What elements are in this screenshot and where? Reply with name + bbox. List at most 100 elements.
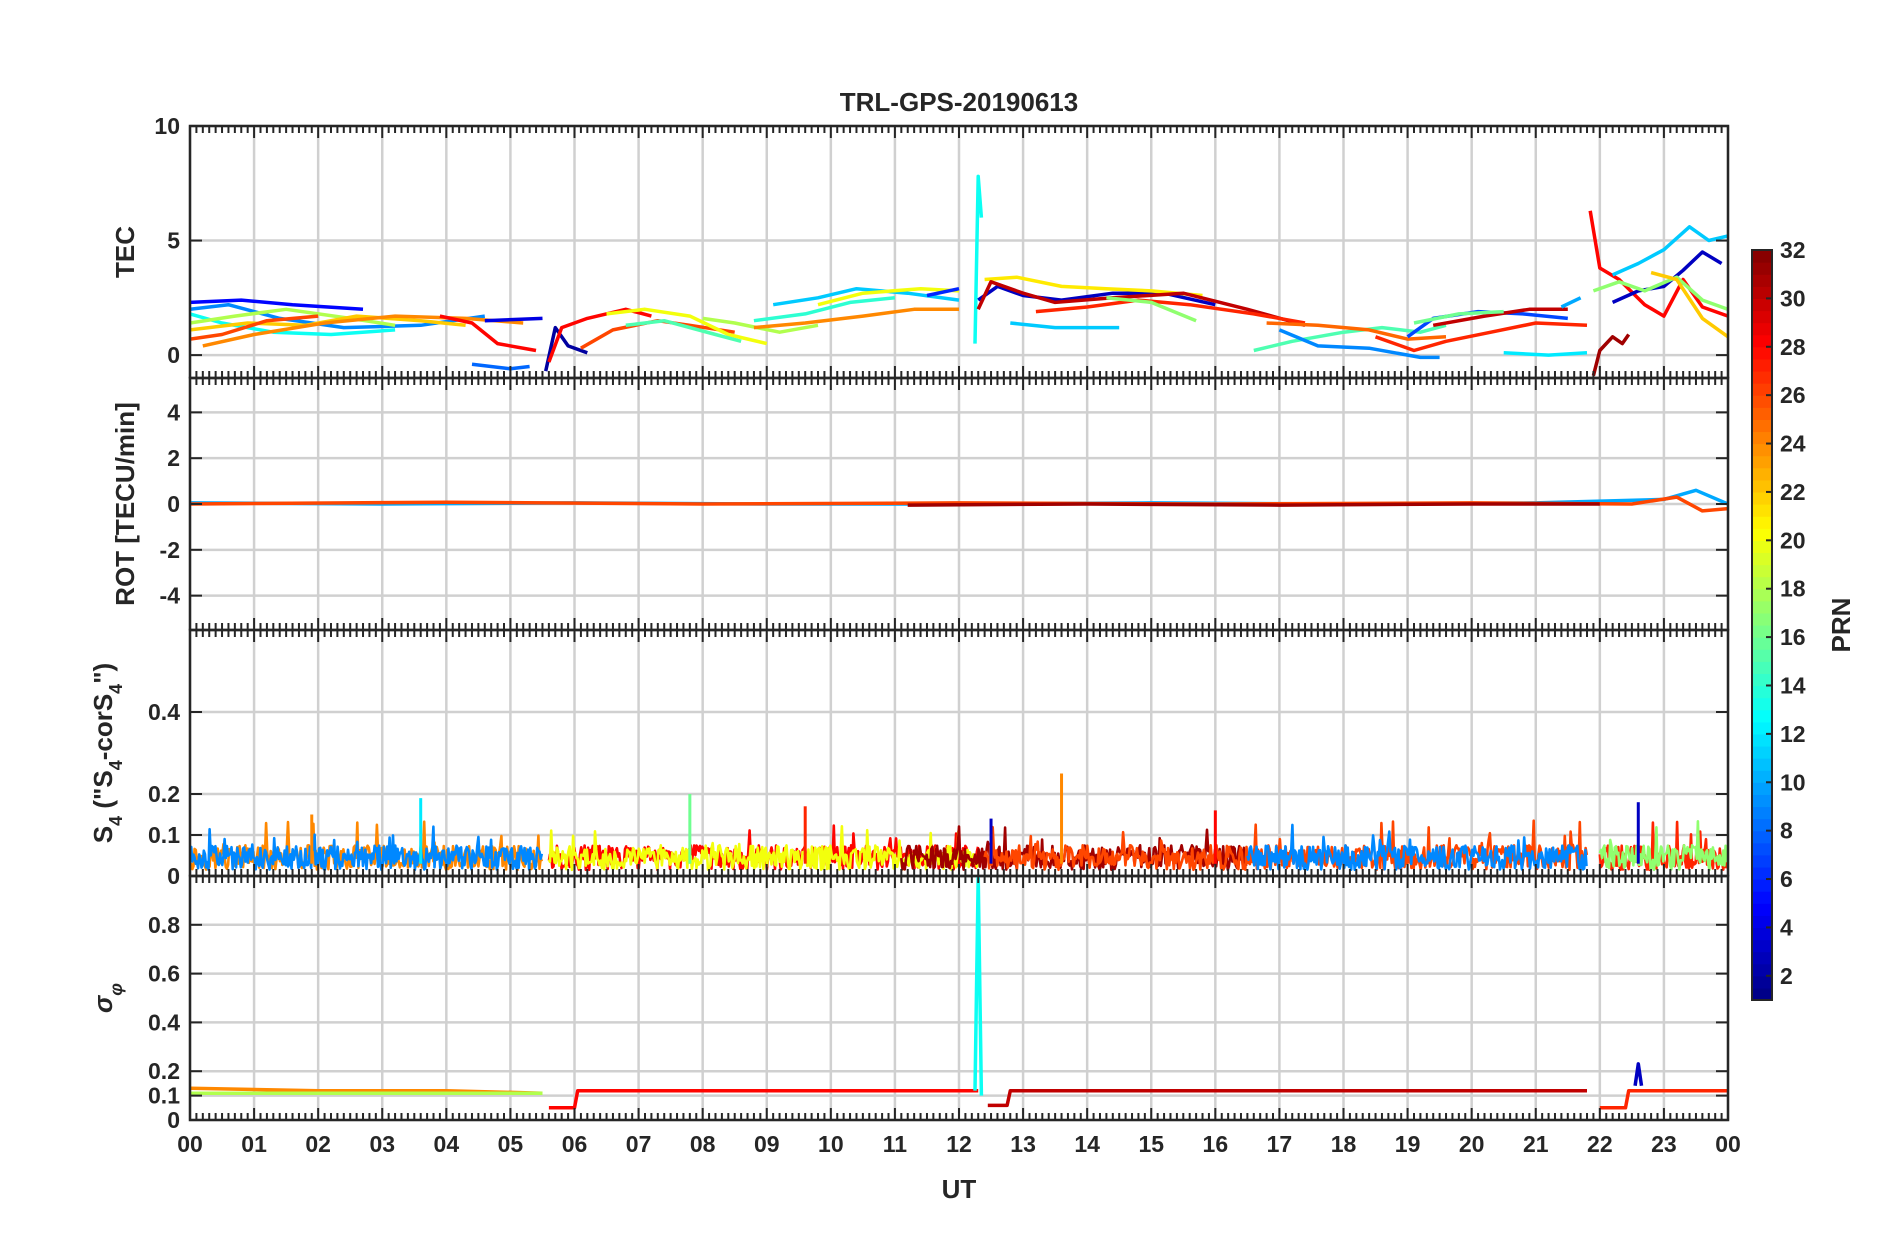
series-prn-8 xyxy=(471,362,530,371)
label-part: σ xyxy=(88,994,118,1013)
colorbar-band xyxy=(1752,806,1772,820)
series-prn-17 xyxy=(1592,275,1728,311)
colorbar-band xyxy=(1752,673,1772,687)
colorbar-band xyxy=(1752,842,1772,856)
panels: 0510TEC-4-2024ROT [TECU/min]00.10.20.4S4… xyxy=(88,113,1741,1157)
y-tick-label: 0.2 xyxy=(148,1058,180,1084)
colorbar-band xyxy=(1752,286,1772,299)
colorbar-tick-label: 18 xyxy=(1780,576,1806,602)
colorbar-band xyxy=(1752,600,1772,614)
series-prn-13 xyxy=(973,876,984,1096)
colorbar-band xyxy=(1752,491,1772,505)
y-tick-label: 0.2 xyxy=(148,781,180,807)
colorbar-band xyxy=(1752,685,1772,699)
series-prn-4 xyxy=(484,316,543,323)
colorbar-tick-label: 4 xyxy=(1780,914,1793,940)
colorbar-band xyxy=(1752,552,1772,566)
colorbar-tick-label: 10 xyxy=(1780,769,1806,795)
colorbar-band xyxy=(1752,358,1772,372)
colorbar-band xyxy=(1752,395,1772,408)
colorbar-tick-label: 22 xyxy=(1780,479,1806,505)
y-axis-label-sigma_phi: σφ xyxy=(88,983,126,1013)
label-part: 4 xyxy=(106,816,126,826)
colorbar-band xyxy=(1752,649,1772,662)
colorbar-band xyxy=(1752,866,1772,880)
colorbar-band xyxy=(1752,528,1772,541)
x-tick-label: 23 xyxy=(1651,1131,1677,1157)
series-prn-14 xyxy=(753,296,896,323)
colorbar-tick-label: 8 xyxy=(1780,818,1793,844)
colorbar-band xyxy=(1752,770,1772,783)
series-prn-24 xyxy=(753,307,959,330)
x-tick-label: 04 xyxy=(434,1131,460,1157)
colorbar-band xyxy=(1752,915,1772,929)
colorbar-band xyxy=(1752,721,1772,735)
y-tick-label: -4 xyxy=(160,583,181,609)
colorbar-tick-label: 26 xyxy=(1780,382,1806,408)
colorbar-band xyxy=(1752,431,1772,445)
colorbar-tick-label: 20 xyxy=(1780,527,1806,553)
colorbar-tick-label: 12 xyxy=(1780,721,1806,747)
colorbar-band xyxy=(1752,794,1772,808)
colorbar-band xyxy=(1752,733,1772,747)
colorbar-band xyxy=(1752,588,1772,602)
x-axis-label: UT xyxy=(942,1174,977,1204)
colorbar-band xyxy=(1752,576,1772,590)
y-tick-label: 2 xyxy=(167,445,180,471)
y-tick-label: 4 xyxy=(167,399,180,425)
series-prn-3 xyxy=(1633,1062,1644,1087)
y-tick-label: 0.4 xyxy=(148,699,180,725)
colorbar-band xyxy=(1752,987,1772,1001)
x-tick-label: 20 xyxy=(1459,1131,1485,1157)
x-tick-label: 19 xyxy=(1395,1131,1421,1157)
figure-title: TRL-GPS-20190613 xyxy=(840,87,1078,117)
colorbar-band xyxy=(1752,745,1772,759)
y-tick-label: 0 xyxy=(167,342,180,368)
x-tick-label: 06 xyxy=(562,1131,588,1157)
colorbar-band xyxy=(1752,262,1772,275)
colorbar-band xyxy=(1752,298,1772,312)
series-prn-11 xyxy=(1611,225,1728,277)
colorbar-band xyxy=(1752,516,1772,529)
y-tick-label: 0.4 xyxy=(148,1009,180,1035)
colorbar-band xyxy=(1752,443,1772,457)
x-tick-label: 08 xyxy=(690,1131,716,1157)
colorbar-band xyxy=(1752,346,1772,360)
y-tick-label: 0 xyxy=(167,863,180,889)
x-tick-label: 12 xyxy=(946,1131,972,1157)
colorbar-band xyxy=(1752,310,1772,324)
colorbar-band xyxy=(1752,830,1772,844)
y-tick-label: 10 xyxy=(154,113,180,139)
grid-sigma_phi xyxy=(188,876,1730,1122)
colorbar-band xyxy=(1752,504,1772,517)
x-tick-label: 07 xyxy=(626,1131,652,1157)
colorbar-band xyxy=(1752,903,1772,916)
series-prn-31 xyxy=(907,502,1600,507)
y-tick-label: 0.1 xyxy=(148,1083,180,1109)
colorbar-band xyxy=(1752,322,1772,336)
colorbar-band xyxy=(1752,758,1772,771)
series-prn-11 xyxy=(1010,321,1120,330)
label-part: 4 xyxy=(106,760,126,770)
x-tick-label: 15 xyxy=(1138,1131,1164,1157)
y-tick-label: 0.8 xyxy=(148,912,180,938)
x-tick-label: 02 xyxy=(305,1131,331,1157)
panel-s4: 00.10.20.4S4 ("S4-corS4") xyxy=(88,628,1730,889)
y-tick-label: 0.6 xyxy=(148,961,180,987)
y-tick-label: 0 xyxy=(167,1107,180,1133)
x-tick-label: 00 xyxy=(1715,1131,1741,1157)
label-part: ("S xyxy=(88,770,118,816)
y-tick-label: -2 xyxy=(160,537,180,563)
x-tick-label: 14 xyxy=(1074,1131,1100,1157)
label-part: ") xyxy=(88,663,118,684)
x-tick-label: 22 xyxy=(1587,1131,1613,1157)
colorbar-band xyxy=(1752,709,1772,723)
x-tick-label: 10 xyxy=(818,1131,844,1157)
y-axis-label-s4: S4 ("S4-corS4") xyxy=(88,663,126,843)
colorbar-band xyxy=(1752,334,1772,348)
colorbar-tick-label: 32 xyxy=(1780,237,1806,263)
series-prn-12 xyxy=(1503,351,1588,357)
colorbar-band xyxy=(1752,540,1772,554)
y-tick-label: 0.1 xyxy=(148,822,180,848)
colorbar-tick-label: 28 xyxy=(1780,334,1806,360)
